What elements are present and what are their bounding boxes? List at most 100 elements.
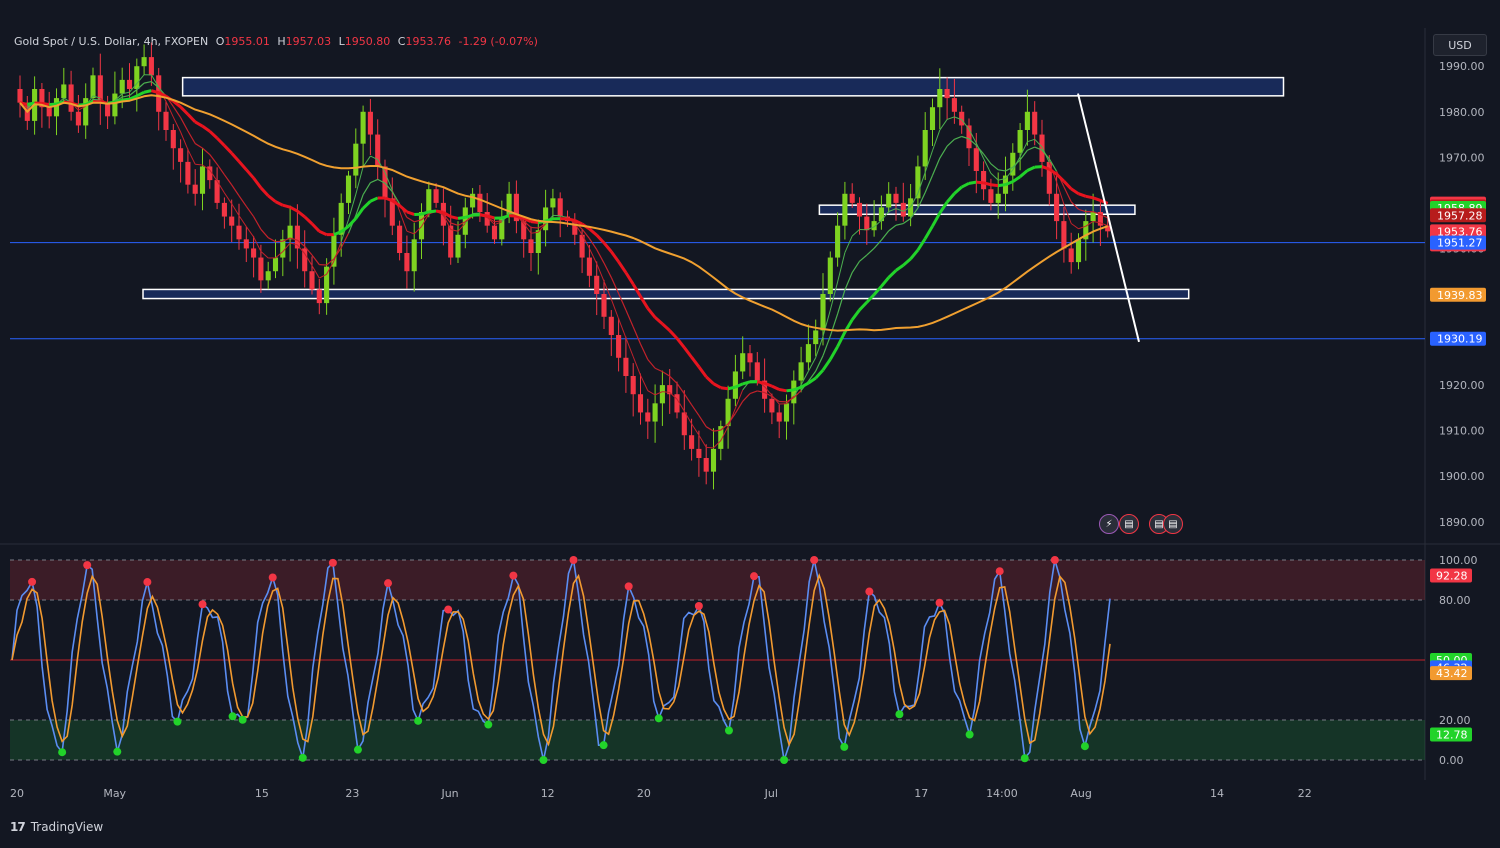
ema-fast-line [852,230,859,236]
ema-mid-line [706,427,713,431]
ema-bold-line [976,182,983,183]
ema-bold-line [662,324,669,331]
ema-bold-line [714,384,721,388]
candle-body [229,217,234,226]
candle-body [1061,221,1066,248]
candle-body [222,203,227,217]
candle-body [996,194,1001,203]
candle-body [273,258,278,272]
candle-body [346,176,351,203]
ema-bold-line [297,211,304,217]
ema-mid-line [268,238,275,242]
ema-mid-line [648,359,655,368]
candle-body [587,258,592,276]
chart-canvas[interactable]: 1990.001980.001970.001960.001950.001940.… [0,0,1500,844]
ema-mid-line [860,255,867,261]
ema-bold-line [137,92,144,96]
ema-fast-line [246,227,253,237]
price-axis-tick: 1900.00 [1439,470,1485,483]
candle-body [740,353,745,371]
candle-body [616,335,621,358]
stoch-sell-dot [865,588,873,596]
ema-fast-line [195,164,202,165]
candle-body [747,353,752,362]
candle-body [820,294,825,330]
candle-body [266,271,271,280]
ema-mid-line [750,391,757,394]
ema-mid-line [597,250,604,263]
ema-bold-line [305,217,312,224]
ema-fast-line [232,204,239,216]
ema-bold-line [918,239,925,250]
ema-bold-line [619,262,626,273]
ema-bold-line [787,390,794,391]
ema-fast-line [947,117,954,120]
brand[interactable]: 17 TradingView [10,820,103,834]
ema-bold-line [546,219,553,221]
candle-body [1069,248,1074,262]
us-flag-icon[interactable]: ▤ [1119,514,1139,534]
candle-body [90,75,95,98]
ema-mid-line [531,227,538,228]
brand-name: TradingView [31,820,104,834]
ema-fast-line [261,251,268,258]
legend-c-value: 1953.76 [405,35,451,48]
candle-body [185,162,190,185]
ema-bold-line [728,387,735,389]
ema-bold-line [779,389,786,390]
ema-bold-line [181,107,188,114]
ema-mid-line [881,231,888,240]
ema-fast-line [181,132,188,150]
ema-bold-line [568,219,575,221]
ema-mid-line [816,356,823,371]
us-flag-icon[interactable]: ▤ [1163,514,1183,534]
ema-fast-line [706,447,713,448]
ema-mid-line [232,185,239,196]
ema-mid-line [363,183,370,195]
stoch-buy-dot [299,754,307,762]
lightning-icon[interactable]: ⚡ [1099,514,1119,534]
stoch-sell-dot [625,582,633,590]
ema-mid-line [896,224,903,226]
candle-body [981,171,986,189]
ema-mid-line [1027,147,1034,150]
stoch-axis-tick: 80.00 [1439,594,1471,607]
ema-mid-line [845,273,852,290]
candle-body [1032,112,1037,135]
candle-body [704,458,709,472]
stoch-label: 43.42 [1436,667,1468,680]
candle-body [769,399,774,413]
time-axis-tick: 15 [255,787,269,800]
candle-body [791,381,796,404]
ema-bold-line [889,270,896,277]
candle-body [784,403,789,421]
overbought-zone [10,560,1425,600]
trading-chart[interactable]: 1990.001980.001970.001960.001950.001940.… [0,0,1500,844]
candle-body [528,239,533,253]
legend-change: -1.29 (-0.07%) [458,35,537,48]
candle-body [828,258,833,294]
currency-button[interactable]: USD [1433,34,1487,56]
candle-body [601,294,606,317]
ema-bold-line [232,153,239,161]
ema-bold-line [246,170,253,178]
time-axis-tick: Jul [764,787,778,800]
ema-bold-line [49,104,56,105]
candle-body [696,449,701,458]
legend-h-value: 1957.03 [286,35,332,48]
ema-bold-line [692,357,699,367]
ema-bold-line [684,348,691,358]
ema-mid-line [852,261,859,272]
ema-mid-line [451,223,458,225]
candle-body [930,107,935,130]
candle-body [368,112,373,135]
candle-body [638,394,643,412]
stoch-label: 12.78 [1436,728,1468,741]
price-axis-tick: 1980.00 [1439,106,1485,119]
ema-mid-line [122,95,129,97]
candle-body [361,112,366,144]
ema-mid-line [655,368,662,371]
ema-mid-line [699,415,706,426]
candle-body [251,248,256,257]
candle-body [660,385,665,403]
